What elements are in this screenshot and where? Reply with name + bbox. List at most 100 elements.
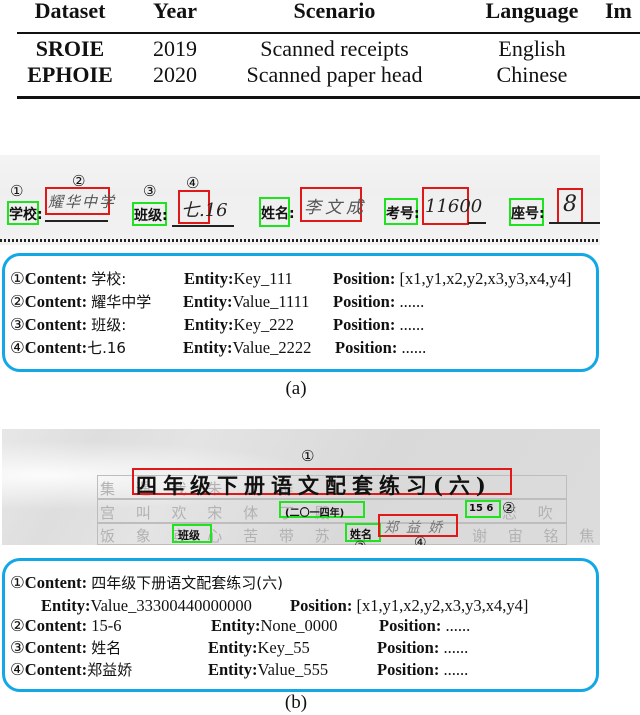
marker-2: ② [502, 499, 516, 517]
entity-value: Value_1111 [232, 292, 310, 311]
info-marker: ③ [10, 638, 25, 657]
marker-3: ③ [354, 540, 367, 545]
cell-year: 2020 [153, 62, 197, 87]
position-label: Position: [333, 315, 396, 334]
entity-label: Entity: [183, 338, 233, 357]
entity-value: Key_55 [257, 638, 310, 657]
faint-text: 饭 象 宾 心 苦 带 苏 [100, 527, 338, 545]
info-marker: ① [10, 269, 25, 288]
scan-number: 15 6 [469, 503, 494, 514]
entity-label: Entity: [208, 638, 258, 657]
key-exam: 考号: [386, 206, 420, 222]
info-marker: ④ [10, 660, 25, 679]
header-language: Language [485, 0, 579, 23]
content-value: 15-6 [91, 616, 122, 635]
value-school: 耀华中学 [48, 193, 117, 211]
entity-label: Entity: [184, 315, 234, 334]
position-value: ...... [399, 315, 425, 334]
faint-text: 谢 宙 铭 焦 [472, 527, 600, 545]
entity-label: Entity: [184, 269, 234, 288]
content-value: 七.16 [87, 339, 126, 357]
caption-a: (a) [285, 378, 307, 399]
content-label: Content: [24, 638, 88, 657]
cell-scenario: Scanned paper head [246, 62, 423, 87]
value-seat: 8 [563, 192, 577, 217]
entity-value: None_0000 [260, 616, 338, 635]
scan-image-b: 集 遇 我 朱 以 淮 宫 叫 欢 宋 体 丁 殿 饭 象 宾 心 苦 带 苏 … [2, 429, 600, 545]
position-value: ...... [399, 292, 425, 311]
content-value: 姓名 [91, 639, 122, 657]
position-value: ...... [443, 638, 469, 657]
underline [172, 225, 234, 227]
position-label: Position: [333, 269, 396, 288]
content-value: 四年级下册语文配套练习(六) [91, 574, 283, 592]
entity-label: Entity: [183, 292, 233, 311]
entity-value: Value_2222 [232, 338, 312, 357]
entity-label: Entity: [41, 596, 91, 615]
position-label: Position: [333, 292, 396, 311]
header-dataset: Dataset [34, 0, 106, 23]
content-label: Content: [24, 315, 88, 334]
position-label: Position: [377, 638, 440, 657]
content-label: Content: [24, 660, 88, 679]
value-exam: 11600 [425, 196, 483, 217]
marker-4: ④ [414, 535, 427, 545]
position-label: Position: [377, 660, 440, 679]
underline [468, 222, 486, 224]
cell-language: Chinese [496, 62, 568, 87]
scan-image-a: ① ② ③ ④ 学校: 耀华中学 班级: 七.16 姓名: 李文成 考号: 11… [0, 155, 600, 245]
position-label: Position: [290, 596, 353, 615]
scan-class: 班级 [178, 529, 200, 542]
position-value: [x1,y1,x2,y2,x3,y3,x4,y4] [356, 596, 529, 615]
cell-scenario: Scanned receipts [260, 36, 409, 61]
header-truncated: Im [605, 0, 632, 23]
info-marker: ② [10, 616, 25, 635]
content-value: 班级: [91, 316, 127, 334]
header-scenario: Scenario [293, 0, 376, 23]
position-label: Position: [379, 616, 442, 635]
key-school: 学校: [9, 207, 43, 223]
underline [549, 222, 600, 224]
marker-1: ① [10, 182, 24, 200]
scan-year: (二〇一四年) [285, 508, 345, 519]
position-value: ...... [401, 338, 427, 357]
content-value: 耀华中学 [91, 293, 152, 311]
entity-value: Key_222 [233, 315, 295, 334]
key-seat: 座号: [511, 206, 545, 222]
position-value: [x1,y1,x2,y2,x3,y3,x4,y4] [399, 269, 572, 288]
entity-value: Value_33300440000000 [90, 596, 252, 615]
cell-language: English [498, 36, 566, 61]
position-label: Position: [335, 338, 398, 357]
caption-b: (b) [284, 692, 308, 713]
table-rule-bottom [17, 96, 640, 99]
cell-dataset: EPHOIE [27, 62, 113, 87]
entity-label: Entity: [211, 616, 261, 635]
dotted-line [0, 239, 600, 242]
marker-1: ① [301, 447, 315, 465]
underline [45, 220, 108, 222]
position-value: ...... [445, 616, 471, 635]
cell-year: 2019 [153, 36, 197, 61]
key-name: 姓名: [261, 206, 295, 222]
key-class: 班级: [134, 208, 168, 224]
position-value: ...... [443, 660, 469, 679]
info-marker: ④ [10, 338, 25, 357]
entity-label: Entity: [208, 660, 258, 679]
content-value: 学校: [91, 270, 127, 288]
content-label: Content: [24, 573, 88, 592]
content-label: Content: [24, 292, 88, 311]
marker-3: ③ [143, 182, 157, 200]
info-marker: ② [10, 292, 25, 311]
scan-title: 四年级下册语文配套练习(六) [136, 473, 492, 498]
content-value: 郑益娇 [87, 661, 133, 679]
content-label: Content: [24, 616, 88, 635]
marker-4: ④ [186, 174, 200, 192]
content-label: Content: [24, 338, 88, 357]
scan-name-value: 郑益娇 [384, 520, 450, 536]
value-name: 李文成 [304, 198, 367, 218]
info-marker: ③ [10, 315, 25, 334]
table-rule-mid [17, 32, 640, 34]
header-year: Year [153, 0, 197, 23]
entity-value: Value_555 [257, 660, 329, 679]
info-marker: ① [10, 573, 25, 592]
